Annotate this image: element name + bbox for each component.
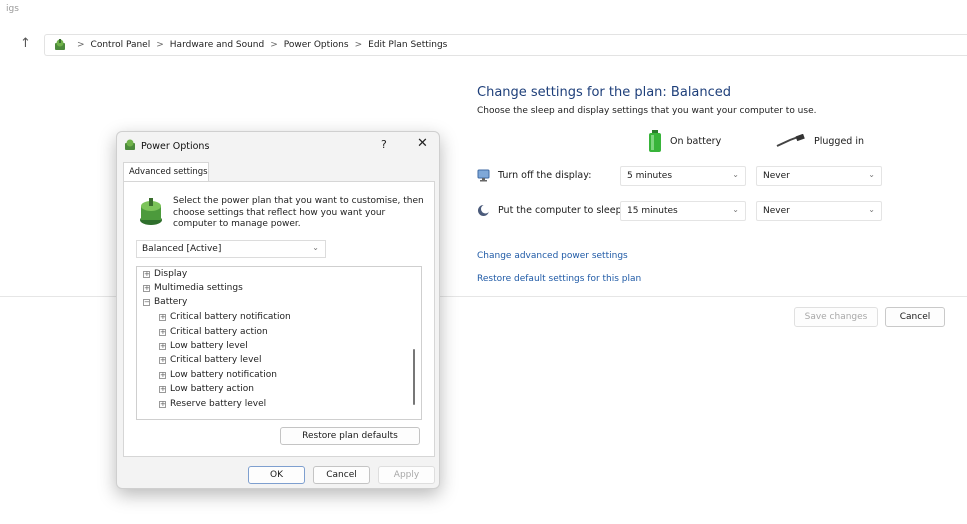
restore-defaults-link[interactable]: Restore default settings for this plan: [477, 274, 641, 284]
expand-icon[interactable]: +: [143, 284, 150, 292]
apply-button[interactable]: Apply: [378, 466, 435, 484]
tree-item-label: Critical battery notification: [170, 312, 291, 322]
window-title: igs: [6, 4, 19, 14]
breadcrumb-edit-plan-settings[interactable]: Edit Plan Settings: [368, 40, 447, 50]
expand-icon[interactable]: +: [159, 400, 166, 408]
plugged-in-label: Plugged in: [814, 135, 865, 147]
restore-plan-defaults-button[interactable]: Restore plan defaults: [280, 427, 420, 445]
tree-item-multimedia[interactable]: + Multimedia settings: [143, 283, 243, 293]
plugged-in-header: Plugged in: [776, 134, 864, 148]
breadcrumb-separator: >: [77, 40, 85, 50]
page-subtitle: Choose the sleep and display settings th…: [477, 106, 817, 116]
power-plan-select[interactable]: Balanced [Active] ⌄: [136, 240, 326, 258]
display-battery-value: 5 minutes: [627, 171, 673, 181]
chevron-down-icon: ⌄: [868, 170, 875, 179]
tree-item-low-action[interactable]: + Low battery action: [159, 384, 254, 394]
on-battery-header: On battery: [648, 130, 721, 152]
tree-item-label: Battery: [154, 297, 188, 307]
breadcrumb-separator: >: [354, 40, 363, 50]
tree-item-battery[interactable]: − Battery: [143, 297, 187, 307]
tree-item-label: Multimedia settings: [154, 283, 243, 293]
breadcrumb-separator: >: [156, 40, 164, 50]
collapse-icon[interactable]: −: [143, 298, 150, 306]
page-title: Change settings for the plan: Balanced: [477, 85, 732, 100]
dialog-title: Power Options: [141, 141, 210, 152]
tree-item-label: Critical battery action: [170, 327, 268, 337]
tree-item-reserve-level[interactable]: + Reserve battery level: [159, 399, 266, 409]
help-icon[interactable]: ?: [381, 138, 387, 151]
chevron-down-icon: ⌄: [732, 170, 739, 179]
save-changes-button[interactable]: Save changes: [794, 307, 878, 327]
monitor-icon: [477, 169, 490, 182]
expand-icon[interactable]: +: [159, 342, 166, 350]
control-panel-icon: [55, 39, 65, 50]
close-icon[interactable]: ✕: [417, 136, 428, 151]
sleep-plugged-select[interactable]: Never ⌄: [756, 201, 882, 221]
tree-item-label: Low battery level: [170, 341, 248, 351]
power-options-icon: [125, 139, 135, 150]
breadcrumb-control-panel[interactable]: Control Panel: [91, 40, 151, 50]
ok-button[interactable]: OK: [248, 466, 305, 484]
tree-item-label: Low battery notification: [170, 370, 277, 380]
chevron-down-icon: ⌄: [868, 205, 875, 214]
tree-item-low-notification[interactable]: + Low battery notification: [159, 370, 277, 380]
tree-item-label: Display: [154, 269, 188, 279]
sleep-setting-row: Put the computer to sleep:: [477, 204, 625, 217]
chevron-down-icon: ⌄: [312, 243, 319, 252]
expand-icon[interactable]: +: [143, 270, 150, 278]
tree-item-display[interactable]: + Display: [143, 269, 187, 279]
up-arrow-icon[interactable]: ↑: [20, 36, 31, 51]
tab-advanced-settings[interactable]: Advanced settings: [123, 162, 209, 182]
advanced-settings-link[interactable]: Change advanced power settings: [477, 251, 628, 261]
sleep-plugged-value: Never: [763, 206, 790, 216]
breadcrumb-separator: >: [270, 40, 278, 50]
settings-tree[interactable]: + Display + Multimedia settings − Battery +…: [136, 266, 422, 420]
on-battery-label: On battery: [670, 135, 722, 147]
tree-item-critical-notification[interactable]: + Critical battery notification: [159, 312, 291, 322]
display-battery-select[interactable]: 5 minutes ⌄: [620, 166, 746, 186]
tree-item-critical-action[interactable]: + Critical battery action: [159, 327, 268, 337]
navigation-bar: ↑ > Control Panel > Hardware and Sound >…: [0, 34, 967, 56]
sleep-label: Put the computer to sleep:: [498, 205, 625, 216]
chevron-down-icon: ⌄: [732, 205, 739, 214]
expand-icon[interactable]: +: [159, 356, 166, 364]
display-label: Turn off the display:: [498, 170, 592, 181]
display-plugged-value: Never: [763, 171, 790, 181]
dialog-cancel-button[interactable]: Cancel: [313, 466, 370, 484]
tree-scrollbar[interactable]: [413, 349, 415, 405]
display-plugged-select[interactable]: Never ⌄: [756, 166, 882, 186]
tree-item-label: Low battery action: [170, 384, 254, 394]
breadcrumb-hardware-and-sound[interactable]: Hardware and Sound: [170, 40, 264, 50]
expand-icon[interactable]: +: [159, 385, 166, 393]
breadcrumb-power-options[interactable]: Power Options: [284, 40, 349, 50]
sleep-battery-value: 15 minutes: [627, 206, 678, 216]
tree-item-label: Critical battery level: [170, 355, 262, 365]
power-plan-value: Balanced [Active]: [142, 244, 222, 254]
expand-icon[interactable]: +: [159, 313, 166, 321]
address-bar[interactable]: > Control Panel > Hardware and Sound > P…: [44, 34, 967, 56]
display-setting-row: Turn off the display:: [477, 169, 591, 182]
expand-icon[interactable]: +: [159, 371, 166, 379]
expand-icon[interactable]: +: [159, 328, 166, 336]
battery-icon: [649, 130, 661, 152]
power-plan-icon: [140, 198, 162, 225]
tree-item-low-level[interactable]: + Low battery level: [159, 341, 248, 351]
moon-icon: [478, 204, 490, 216]
cancel-button[interactable]: Cancel: [885, 307, 945, 327]
power-options-dialog: Power Options ? ✕ Advanced settings Sele…: [116, 131, 440, 489]
tree-item-critical-level[interactable]: + Critical battery level: [159, 355, 261, 365]
tree-item-label: Reserve battery level: [170, 399, 267, 409]
sleep-battery-select[interactable]: 15 minutes ⌄: [620, 201, 746, 221]
plug-icon: [776, 134, 805, 147]
dialog-description: Select the power plan that you want to c…: [173, 196, 424, 229]
